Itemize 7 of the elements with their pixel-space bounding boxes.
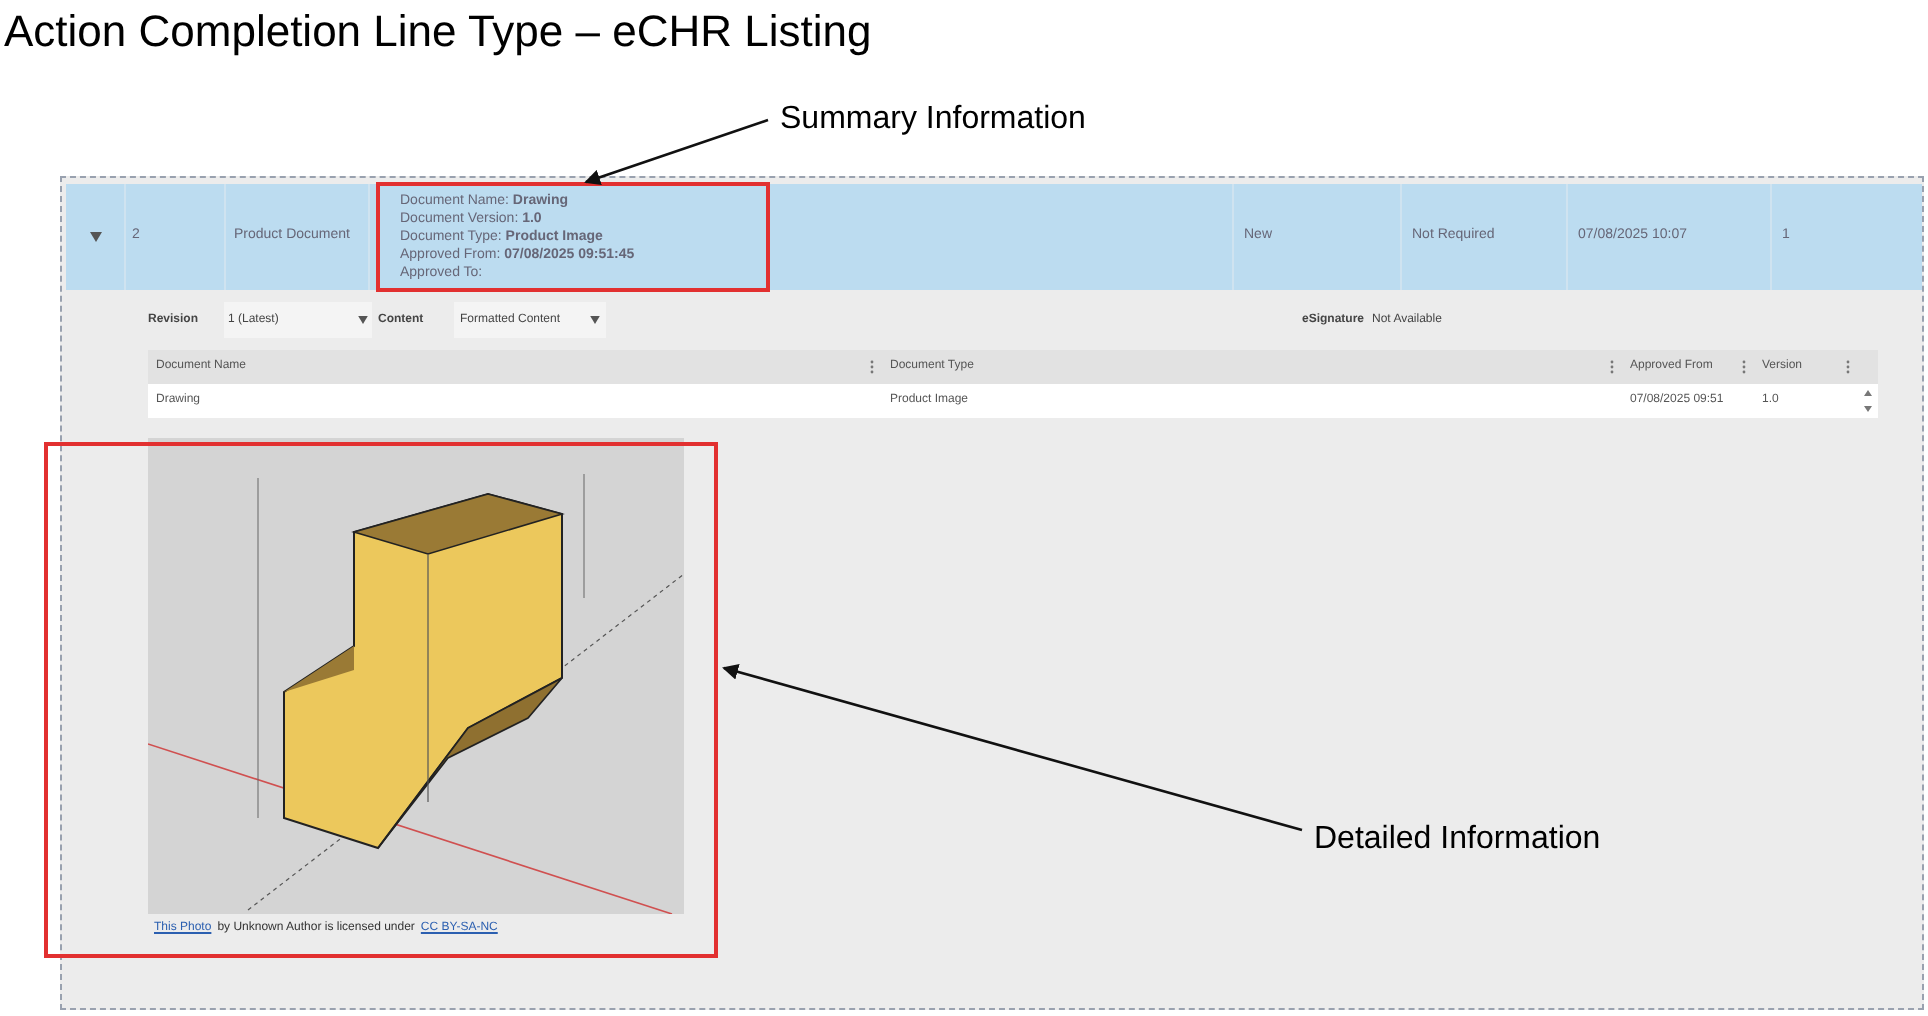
caret-icon <box>358 316 368 324</box>
caret-icon[interactable] <box>89 232 101 242</box>
caret-icon <box>590 316 600 324</box>
annotation-label: Summary Information <box>780 100 1086 140</box>
annotation-label: Detailed Information <box>1314 820 1601 860</box>
scroll-arrows-icon[interactable] <box>1864 390 1872 412</box>
slide-title: Action Completion Line Type – eCHR Listing <box>4 4 872 60</box>
